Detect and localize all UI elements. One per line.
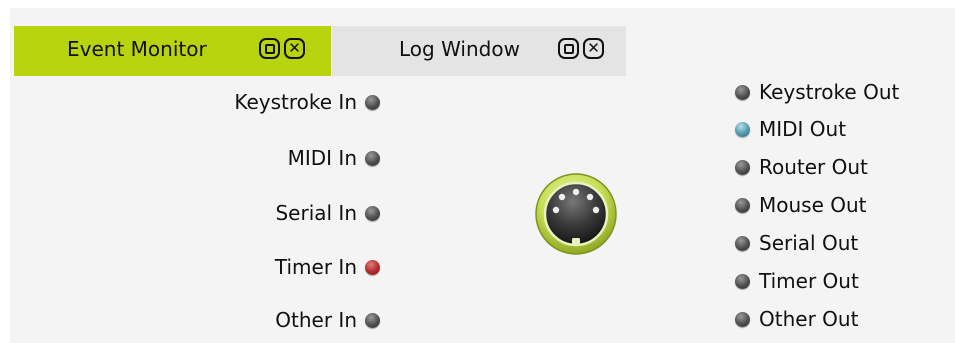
status-indicator-icon	[735, 121, 750, 137]
output-port-keystroke[interactable]: Keystroke Out	[735, 80, 899, 104]
close-icon[interactable]: ✕	[284, 38, 305, 59]
status-indicator-icon	[735, 197, 750, 213]
status-indicator-icon	[735, 159, 750, 175]
input-port-serial[interactable]: Serial In	[275, 201, 380, 225]
input-port-other[interactable]: Other In	[275, 308, 380, 332]
event-monitor-panel: Event Monitor ✕ Log Window ✕ Keystroke I…	[10, 8, 955, 343]
output-port-label: Other Out	[759, 307, 859, 331]
status-indicator-icon	[735, 273, 750, 289]
input-port-label: Other In	[275, 308, 357, 332]
input-port-label: Timer In	[274, 255, 357, 279]
output-port-label: Mouse Out	[759, 193, 867, 217]
output-port-mouse[interactable]: Mouse Out	[735, 193, 867, 217]
input-port-label: Serial In	[275, 201, 357, 225]
status-indicator-icon	[735, 84, 750, 100]
maximize-icon[interactable]	[259, 38, 280, 59]
midi-din-connector-icon[interactable]	[534, 172, 618, 256]
output-port-midi[interactable]: MIDI Out	[735, 117, 846, 141]
output-port-serial[interactable]: Serial Out	[735, 231, 858, 255]
maximize-icon[interactable]	[558, 38, 579, 59]
output-port-timer[interactable]: Timer Out	[735, 269, 859, 293]
status-indicator-icon	[365, 312, 380, 328]
output-port-other[interactable]: Other Out	[735, 307, 858, 331]
input-port-label: MIDI In	[287, 146, 357, 170]
tab-event-monitor[interactable]: Event Monitor ✕	[14, 26, 331, 76]
tab-log-window[interactable]: Log Window ✕	[332, 26, 626, 76]
output-port-label: Timer Out	[759, 269, 859, 293]
input-port-keystroke[interactable]: Keystroke In	[234, 90, 380, 114]
input-port-midi[interactable]: MIDI In	[288, 146, 380, 170]
input-port-label: Keystroke In	[234, 90, 357, 114]
tab-log-window-label: Log Window	[399, 37, 520, 61]
output-port-label: Serial Out	[759, 231, 859, 255]
input-port-timer[interactable]: Timer In	[275, 255, 380, 279]
status-indicator-icon	[735, 235, 750, 251]
close-icon[interactable]: ✕	[583, 38, 604, 59]
output-port-label: Router Out	[759, 155, 868, 179]
status-indicator-icon	[365, 205, 380, 221]
status-indicator-icon	[365, 150, 380, 166]
tab-event-monitor-label: Event Monitor	[67, 37, 207, 61]
output-port-router[interactable]: Router Out	[735, 155, 868, 179]
output-port-label: Keystroke Out	[759, 80, 900, 104]
tab-strip: Event Monitor ✕ Log Window ✕	[10, 26, 955, 78]
output-port-label: MIDI Out	[759, 117, 847, 141]
status-indicator-icon	[365, 94, 380, 110]
status-indicator-icon	[735, 311, 750, 327]
status-indicator-icon	[365, 259, 380, 275]
